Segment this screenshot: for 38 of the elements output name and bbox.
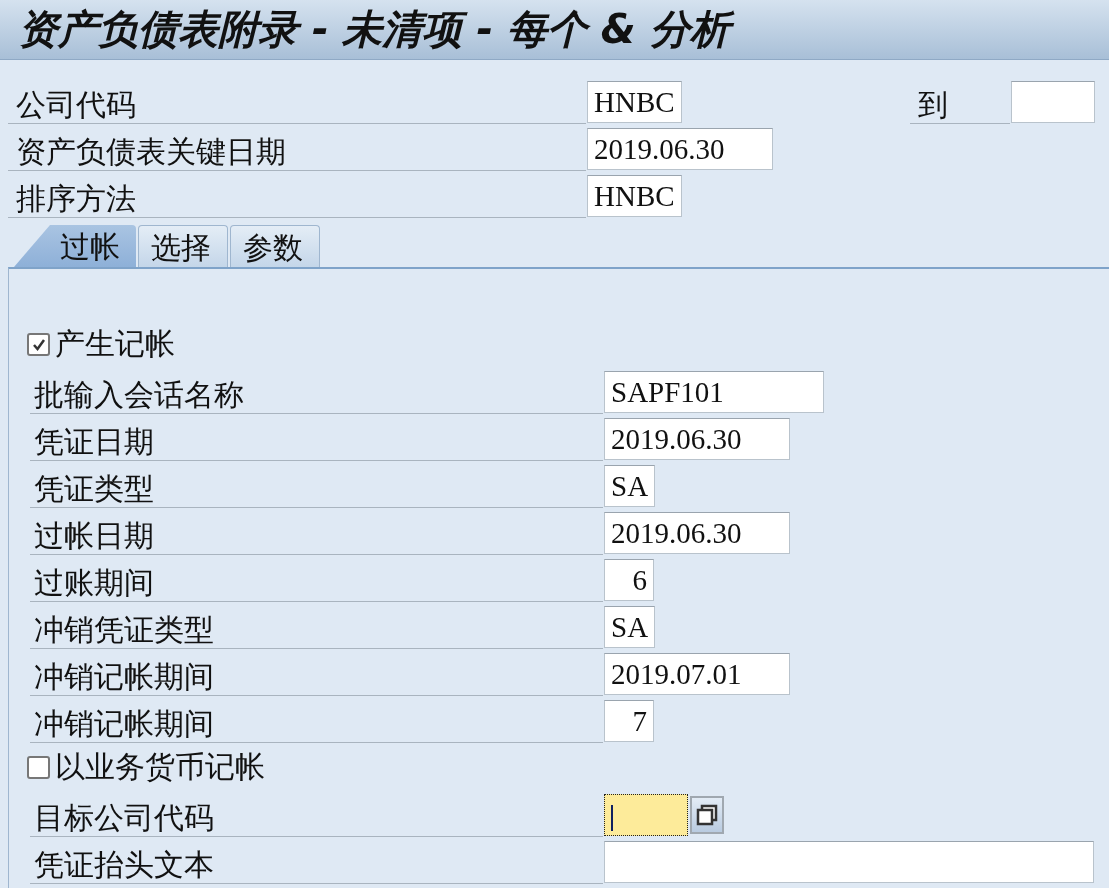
field-label: 排序方法 [8, 173, 586, 218]
field-label: 凭证类型 [30, 463, 603, 508]
field-label: 公司代码 [8, 79, 586, 124]
input-field[interactable] [604, 840, 1094, 883]
input-field[interactable]: 2019.07.01 [604, 652, 790, 695]
field-label: 冲销记帐期间 [30, 698, 603, 743]
input-field[interactable]: 6 [604, 558, 654, 601]
input-field[interactable] [604, 793, 688, 836]
field-label: 过账期间 [30, 557, 603, 602]
input-field[interactable]: 7 [604, 699, 654, 742]
tab[interactable]: 参数 [230, 225, 320, 267]
field-label: 目标公司代码 [30, 792, 603, 837]
input-field[interactable]: 2019.06.30 [604, 511, 790, 554]
field-label: 凭证抬头文本 [30, 839, 603, 884]
input-field[interactable]: HNBC [587, 80, 682, 123]
copy-icon [696, 803, 718, 826]
input-field[interactable]: 2019.06.30 [587, 127, 773, 170]
field-label: 冲销凭证类型 [30, 604, 603, 649]
checkbox-label: 以业务货币记帐 [55, 748, 265, 786]
field-label: 到 [910, 79, 1010, 124]
value-help-button[interactable] [690, 795, 724, 834]
field-label: 资产负债表关键日期 [8, 126, 586, 171]
input-field[interactable] [1011, 80, 1095, 123]
input-field[interactable]: 2019.06.30 [604, 417, 790, 460]
checkbox-label: 产生记帐 [55, 325, 175, 363]
input-field[interactable]: SAPF101 [604, 370, 824, 413]
field-label: 过帐日期 [30, 510, 603, 555]
input-field[interactable]: SA [604, 605, 656, 648]
field-label: 冲销记帐期间 [30, 651, 603, 696]
tab[interactable]: 过帐 [14, 225, 136, 267]
field-label: 批输入会话名称 [30, 369, 603, 414]
checkbox[interactable] [27, 333, 50, 356]
tab[interactable]: 选择 [138, 225, 228, 267]
input-field[interactable]: SA [604, 464, 656, 507]
input-field[interactable]: HNBC [587, 174, 682, 217]
checkbox[interactable] [27, 756, 50, 779]
window-title: 资产负债表附录 - 未清项 - 每个 & 分析 [14, 0, 740, 58]
field-label: 凭证日期 [30, 416, 603, 461]
